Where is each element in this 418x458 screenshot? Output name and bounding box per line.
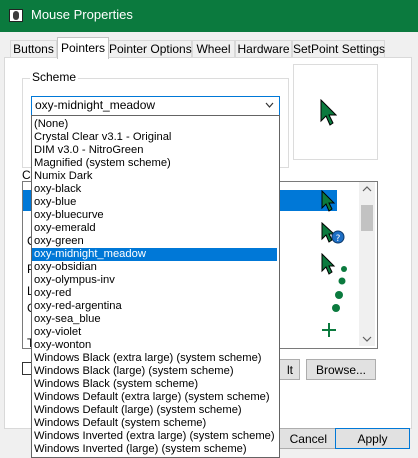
scheme-option[interactable]: (None): [32, 118, 277, 131]
apply-button[interactable]: Apply: [335, 428, 410, 449]
scheme-option[interactable]: DIM v3.0 - NitroGreen: [32, 144, 277, 157]
tab-buttons[interactable]: Buttons: [10, 40, 57, 58]
tab-pointers[interactable]: Pointers: [57, 37, 109, 59]
scheme-option[interactable]: Windows Inverted (extra large) (system s…: [32, 430, 277, 443]
scheme-option[interactable]: oxy-emerald: [32, 222, 277, 235]
scheme-option[interactable]: oxy-red: [32, 287, 277, 300]
scheme-option[interactable]: Windows Black (large) (system scheme): [32, 365, 277, 378]
chevron-down-icon: [265, 102, 274, 108]
scheme-option[interactable]: oxy-violet: [32, 326, 277, 339]
normal-select-cursor-icon: [321, 190, 336, 212]
scheme-dropdown-list[interactable]: (None) Crystal Clear v3.1 - Original DIM…: [31, 115, 280, 458]
scheme-option[interactable]: Windows Default (extra large) (system sc…: [32, 391, 277, 404]
scheme-option[interactable]: Crystal Clear v3.1 - Original: [32, 131, 277, 144]
scheme-option[interactable]: oxy-wonton: [32, 339, 277, 352]
scroll-down-icon[interactable]: [362, 335, 372, 343]
tab-pointer-options[interactable]: Pointer Options: [108, 40, 192, 58]
title-bar[interactable]: Mouse Properties: [0, 0, 418, 32]
scrollbar-thumb[interactable]: [361, 205, 373, 231]
scheme-option[interactable]: oxy-red-argentina: [32, 300, 277, 313]
scheme-option[interactable]: Windows Black (system scheme): [32, 378, 277, 391]
working-in-background-cursor-icon: [321, 253, 347, 312]
scheme-option[interactable]: oxy-green: [32, 235, 277, 248]
scheme-option[interactable]: Windows Default (system scheme): [32, 417, 277, 430]
scheme-option-selected[interactable]: oxy-midnight_meadow: [32, 248, 277, 261]
browse-button[interactable]: Browse...: [306, 359, 376, 380]
tab-wheel[interactable]: Wheel: [192, 40, 235, 58]
scheme-option[interactable]: oxy-blue: [32, 196, 277, 209]
help-select-cursor-icon: ?: [321, 222, 345, 244]
scheme-option[interactable]: oxy-sea_blue: [32, 313, 277, 326]
mouse-icon: [9, 9, 23, 22]
scheme-group-label: Scheme: [30, 70, 79, 84]
scheme-option[interactable]: Windows Default (large) (system scheme): [32, 404, 277, 417]
scheme-selected-value: oxy-midnight_meadow: [35, 98, 156, 112]
cursor-preview: [293, 64, 378, 160]
arrow-cursor-icon: [320, 99, 337, 126]
svg-text:?: ?: [336, 234, 341, 244]
scroll-up-icon[interactable]: [362, 185, 372, 193]
tab-setpoint-settings[interactable]: SetPoint Settings: [292, 40, 385, 58]
window-title: Mouse Properties: [31, 7, 133, 22]
scheme-option[interactable]: oxy-olympus-inv: [32, 274, 277, 287]
scheme-option[interactable]: Windows Black (extra large) (system sche…: [32, 352, 277, 365]
tab-hardware[interactable]: Hardware: [235, 40, 292, 58]
scheme-option[interactable]: Magnified (system scheme): [32, 157, 277, 170]
scheme-option[interactable]: oxy-bluecurve: [32, 209, 277, 222]
scheme-option[interactable]: Numix Dark: [32, 170, 277, 183]
scheme-option[interactable]: Windows Inverted (large) (system scheme): [32, 443, 277, 456]
scheme-combobox[interactable]: oxy-midnight_meadow: [31, 96, 280, 116]
scheme-option[interactable]: oxy-black: [32, 183, 277, 196]
precision-select-cursor-icon: [322, 323, 336, 337]
scheme-option[interactable]: oxy-obsidian: [32, 261, 277, 274]
